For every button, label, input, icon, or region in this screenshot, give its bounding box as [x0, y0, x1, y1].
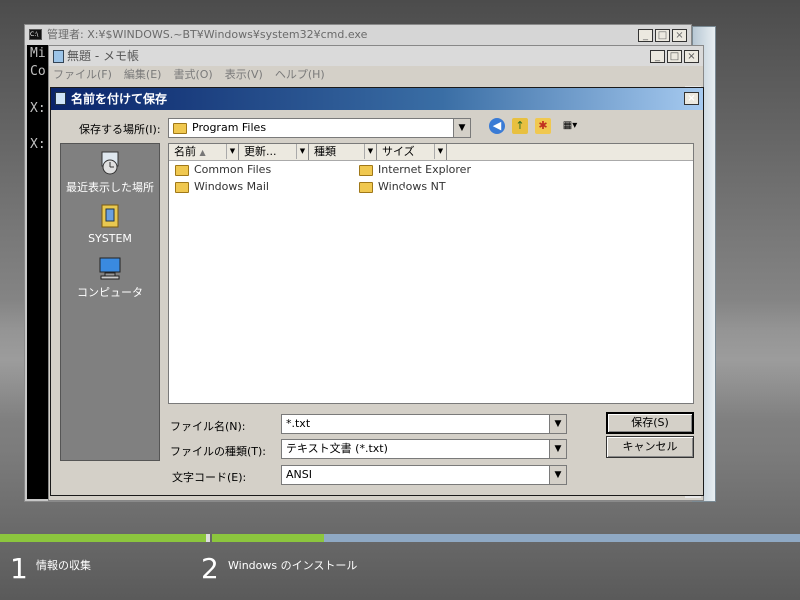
menu-help[interactable]: ヘルプ(H) — [275, 66, 325, 84]
chevron-down-icon[interactable]: ▼ — [549, 466, 566, 484]
list-item[interactable]: Common Files — [175, 163, 271, 176]
maximize-icon[interactable]: □ — [667, 50, 682, 63]
system-icon — [101, 204, 119, 228]
chevron-down-icon: ▼ — [434, 144, 446, 159]
menu-view[interactable]: 表示(V) — [225, 66, 263, 84]
cmd-title: 管理者: X:¥$WINDOWS.~BT¥Windows¥system32¥cm… — [47, 28, 368, 41]
chevron-down-icon[interactable]: ▼ — [549, 415, 566, 433]
progress-step1 — [0, 534, 206, 542]
progress-step2-pending — [324, 534, 800, 542]
computer-icon — [99, 257, 121, 280]
dialog-title: 名前を付けて保存 — [71, 92, 168, 106]
save-as-dialog: 名前を付けて保存 × 保存する場所(I): Program Files ▼ ◀ … — [50, 87, 704, 496]
notepad-title-bar[interactable]: 無題 - メモ帳 _ □ × — [49, 46, 703, 66]
column-modified[interactable]: 更新... ▼ — [239, 144, 309, 160]
console-line: Co — [30, 64, 46, 79]
back-icon[interactable]: ◀ — [489, 118, 505, 134]
list-item[interactable]: Internet Explorer — [359, 163, 471, 176]
column-header: 名前 ▲ ▼ 更新... ▼ 種類 ▼ サイズ ▼ — [169, 144, 693, 161]
step1-number: 1 — [10, 552, 28, 585]
cmd-title-bar[interactable]: C:\ 管理者: X:¥$WINDOWS.~BT¥Windows¥system3… — [25, 25, 691, 45]
folder-icon — [173, 122, 187, 134]
place-system[interactable]: SYSTEM — [61, 203, 159, 245]
chevron-down-icon: ▼ — [296, 144, 308, 159]
location-value: Program Files — [192, 121, 267, 134]
close-icon[interactable]: × — [684, 50, 699, 63]
place-label: 最近表示した場所 — [66, 181, 154, 194]
console-line: Mi — [30, 46, 46, 61]
filetype-select[interactable]: テキスト文書 (*.txt) ▼ — [281, 439, 567, 459]
place-computer[interactable]: コンピュータ — [61, 255, 159, 300]
list-item[interactable]: Windows Mail — [175, 180, 269, 193]
place-recent[interactable]: 最近表示した場所 — [61, 150, 159, 195]
chevron-down-icon[interactable]: ▼ — [549, 440, 566, 458]
cmd-icon: C:\ — [29, 29, 42, 40]
folder-icon — [175, 164, 189, 176]
up-folder-icon[interactable]: ↑ — [512, 118, 528, 134]
filetype-label: ファイルの種類(T): — [170, 445, 267, 458]
new-folder-icon[interactable]: ✱ — [535, 118, 551, 134]
step1-label: 情報の収集 — [36, 559, 91, 572]
close-icon[interactable]: × — [684, 92, 699, 105]
column-name[interactable]: 名前 ▲ ▼ — [169, 144, 239, 160]
progress-step2-done — [212, 534, 324, 542]
dialog-title-bar[interactable]: 名前を付けて保存 × — [51, 88, 703, 110]
place-label: コンピュータ — [77, 286, 143, 299]
step2-label: Windows のインストール — [228, 559, 358, 572]
minimize-icon[interactable]: _ — [650, 50, 665, 63]
console-line: X: — [30, 101, 46, 116]
notepad-menu-bar: ファイル(F) 編集(E) 書式(O) 表示(V) ヘルプ(H) — [49, 66, 703, 84]
menu-file[interactable]: ファイル(F) — [53, 66, 112, 84]
minimize-icon[interactable]: _ — [638, 29, 653, 42]
place-label: SYSTEM — [88, 232, 132, 245]
encoding-label: 文字コード(E): — [172, 471, 247, 484]
console-line: X: — [30, 137, 46, 152]
column-type[interactable]: 種類 ▼ — [309, 144, 377, 160]
save-button[interactable]: 保存(S) — [606, 412, 694, 434]
menu-edit[interactable]: 編集(E) — [124, 66, 162, 84]
folder-icon — [359, 181, 373, 193]
file-list[interactable]: 名前 ▲ ▼ 更新... ▼ 種類 ▼ サイズ ▼ Common Files Windo… — [168, 143, 694, 404]
location-combo[interactable]: Program Files ▼ — [168, 118, 471, 138]
filename-label: ファイル名(N): — [170, 420, 246, 433]
maximize-icon[interactable]: □ — [655, 29, 670, 42]
notepad-icon — [53, 50, 64, 63]
encoding-select[interactable]: ANSI ▼ — [281, 465, 567, 485]
cancel-button[interactable]: キャンセル — [606, 436, 694, 458]
menu-format[interactable]: 書式(O) — [173, 66, 212, 84]
notepad-icon — [55, 92, 66, 105]
notepad-title: 無題 - メモ帳 — [67, 49, 139, 63]
close-icon[interactable]: × — [672, 29, 687, 42]
folder-icon — [175, 181, 189, 193]
folder-icon — [359, 164, 373, 176]
filename-input[interactable]: *.txt ▼ — [281, 414, 567, 434]
recent-places-icon — [101, 151, 119, 175]
places-bar: 最近表示した場所 SYSTEM コンピュータ — [60, 143, 160, 461]
chevron-down-icon[interactable]: ▼ — [453, 119, 470, 137]
progress-divider — [206, 534, 210, 542]
view-menu-icon[interactable]: ▦▾ — [559, 118, 581, 134]
chevron-down-icon: ▼ — [364, 144, 376, 159]
step2-number: 2 — [201, 552, 219, 585]
location-label: 保存する場所(I): — [79, 123, 161, 136]
chevron-down-icon: ▼ — [226, 144, 238, 159]
column-size[interactable]: サイズ ▼ — [377, 144, 447, 160]
